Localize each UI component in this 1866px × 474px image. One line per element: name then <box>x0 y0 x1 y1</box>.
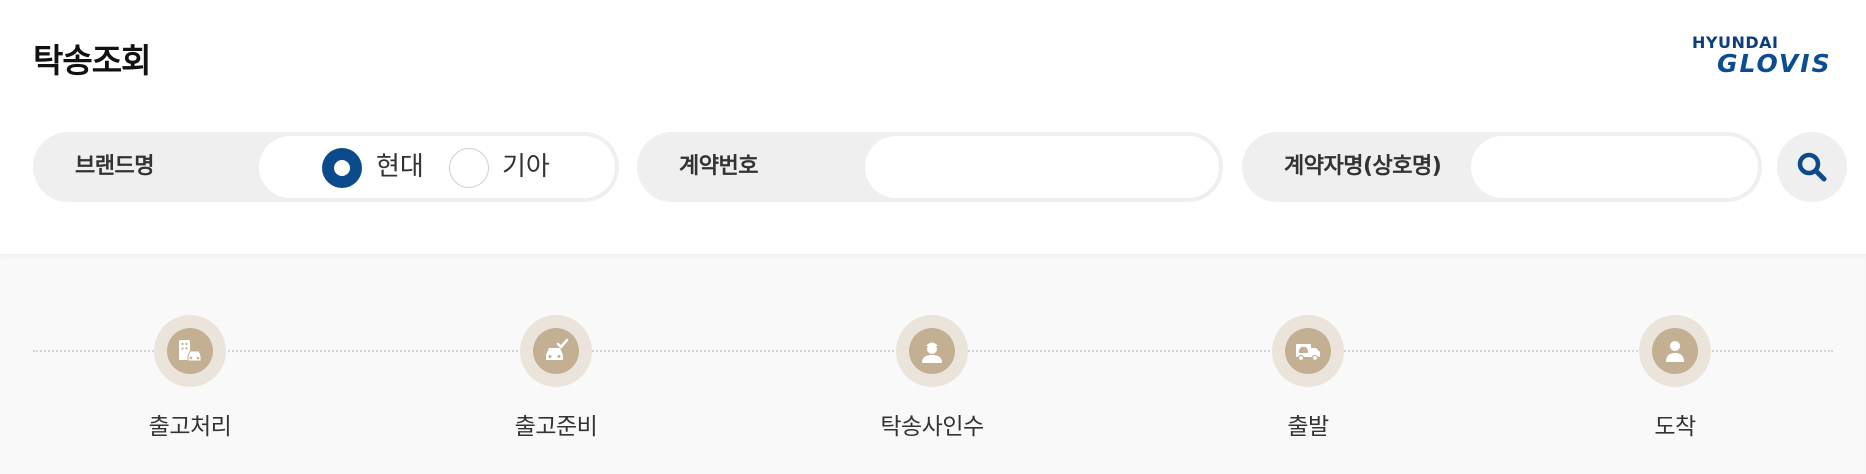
header-area: 탁송조회 HYUNDAI GLOVIS 브랜드명 현대 기아 계약번호 계약자명… <box>0 0 1866 254</box>
step-label: 출고처리 <box>148 414 232 440</box>
step-arrival: 도착 <box>1595 315 1755 441</box>
step-label: 출발 <box>1287 414 1329 440</box>
step-label: 도착 <box>1654 414 1696 440</box>
truck-icon <box>1296 344 1320 362</box>
hyundai-glovis-logo: HYUNDAI GLOVIS <box>1692 35 1832 77</box>
radio-hyundai-label[interactable]: 현대 <box>376 136 424 198</box>
person-icon <box>1666 341 1684 362</box>
driver-icon <box>922 342 942 363</box>
radio-kia-label[interactable]: 기아 <box>502 136 550 198</box>
brand-filter: 브랜드명 현대 기아 <box>33 132 619 202</box>
step-departure: 출발 <box>1228 315 1388 441</box>
step-icon-ring <box>520 315 592 387</box>
search-icon <box>1797 152 1827 182</box>
contractor-filter: 계약자명(상호명) <box>1242 132 1762 202</box>
radio-kia[interactable] <box>449 148 489 188</box>
logo-bottom-text: GLOVIS <box>1717 49 1832 78</box>
page-title: 탁송조회 <box>33 41 151 80</box>
step-label: 출고준비 <box>514 414 598 440</box>
search-button[interactable] <box>1777 132 1847 202</box>
radio-hyundai[interactable] <box>322 148 362 188</box>
contractor-input[interactable] <box>1471 136 1758 198</box>
contract-no-filter: 계약번호 <box>637 132 1223 202</box>
contract-no-label: 계약번호 <box>679 154 758 179</box>
step-carrier-takeover: 탁송사인수 <box>852 315 1012 441</box>
step-label: 탁송사인수 <box>880 414 984 440</box>
car-check-icon <box>546 338 569 360</box>
delivery-progress: 출고처리 출고준비 탁송사인수 출발 도착 <box>0 254 1866 474</box>
contractor-field <box>1471 136 1758 198</box>
building-car-icon <box>179 340 202 362</box>
contract-no-input[interactable] <box>865 136 1219 198</box>
step-release-processing: 출고처리 <box>110 315 270 441</box>
brand-radio-group: 현대 기아 <box>259 136 615 198</box>
step-icon-ring <box>896 315 968 387</box>
contract-no-field <box>865 136 1219 198</box>
step-icon-ring <box>1272 315 1344 387</box>
step-icon-ring <box>1639 315 1711 387</box>
step-icon-ring <box>154 315 226 387</box>
brand-label: 브랜드명 <box>75 154 154 179</box>
step-release-ready: 출고준비 <box>476 315 636 441</box>
contractor-label: 계약자명(상호명) <box>1284 154 1442 179</box>
